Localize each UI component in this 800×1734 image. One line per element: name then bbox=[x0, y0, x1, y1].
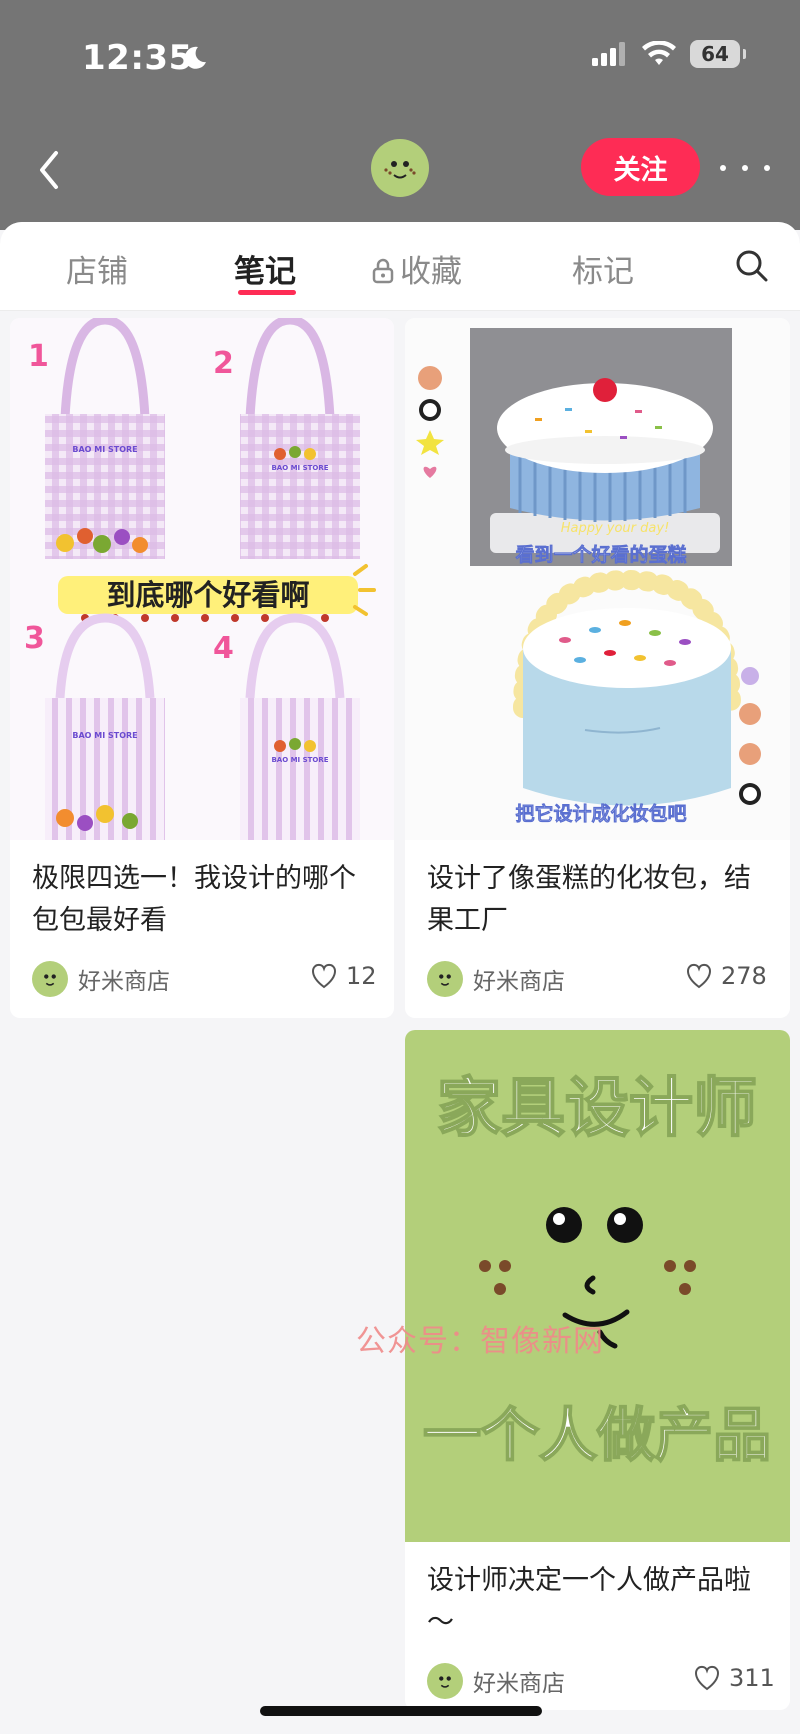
note-image-bags: BAO MI STORE BAO MI STORE 1 2 3 4 到底哪个好看… bbox=[10, 318, 394, 840]
active-tab-indicator bbox=[238, 290, 296, 295]
watermark-text: 公众号：智像新网 bbox=[356, 1324, 604, 1359]
bag-number-4: 4 bbox=[213, 631, 234, 666]
note-card[interactable]: BAO MI STORE BAO MI STORE 1 2 3 4 到底哪个好看… bbox=[10, 318, 394, 1018]
like-button[interactable]: 278 bbox=[685, 962, 767, 990]
follow-button[interactable]: 关注 bbox=[581, 138, 700, 196]
note-title: 极限四选一！我设计的哪个包包最好看 bbox=[32, 863, 356, 936]
note-author[interactable]: 好米商店 bbox=[427, 961, 565, 997]
author-avatar bbox=[32, 961, 68, 997]
like-count: 311 bbox=[729, 1664, 775, 1692]
heart-icon bbox=[312, 963, 336, 989]
tab-favorites[interactable]: 收藏 bbox=[372, 246, 462, 291]
author-avatar bbox=[427, 961, 463, 997]
like-count: 278 bbox=[721, 962, 767, 990]
more-options-icon[interactable] bbox=[720, 155, 770, 181]
heart-icon bbox=[687, 963, 711, 989]
author-name: 好米商店 bbox=[473, 1671, 565, 1697]
bag-number-1: 1 bbox=[28, 339, 49, 374]
search-icon[interactable] bbox=[734, 248, 770, 284]
battery-indicator: 64 bbox=[690, 40, 746, 68]
bag-number-3: 3 bbox=[24, 621, 45, 656]
tab-marks[interactable]: 标记 bbox=[572, 246, 634, 291]
bag2-store-text: BAO MI STORE bbox=[271, 464, 328, 472]
designer-top-text: 家具设计师 bbox=[437, 1072, 757, 1146]
back-arrow-icon[interactable] bbox=[30, 145, 70, 195]
like-button[interactable]: 311 bbox=[693, 1664, 775, 1692]
note-author[interactable]: 好米商店 bbox=[427, 1663, 565, 1699]
author-avatar bbox=[427, 1663, 463, 1699]
lock-icon bbox=[372, 258, 394, 284]
face-icon bbox=[44, 974, 56, 986]
cake-photo-text: Happy your day! bbox=[561, 521, 670, 536]
wifi-icon bbox=[642, 41, 676, 65]
bag4-store-text: BAO MI STORE bbox=[271, 756, 328, 764]
face-icon bbox=[439, 1676, 451, 1688]
face-icon bbox=[439, 974, 451, 986]
bag1-store-text: BAO MI STORE bbox=[72, 445, 137, 454]
tab-bar: 店铺 笔记 收藏 标记 bbox=[0, 222, 800, 310]
shop-avatar[interactable] bbox=[371, 139, 429, 197]
note-image-cake: Happy your day! 看到一个好看的蛋糕 把它设计成化妆包吧 bbox=[405, 318, 790, 840]
note-author[interactable]: 好米商店 bbox=[32, 961, 170, 997]
cake-caption-top: 看到一个好看的蛋糕 bbox=[514, 543, 686, 566]
bag3-store-text: BAO MI STORE bbox=[72, 731, 137, 740]
designer-bottom-text: 一个人做产品 bbox=[423, 1401, 771, 1469]
face-icon bbox=[384, 161, 416, 179]
author-name: 好米商店 bbox=[78, 969, 170, 995]
bags-banner-text: 到底哪个好看啊 bbox=[106, 578, 309, 612]
like-button[interactable]: 12 bbox=[310, 962, 377, 990]
note-title: 设计了像蛋糕的化妆包，结果工厂 bbox=[427, 863, 751, 936]
tab-notes[interactable]: 笔记 bbox=[234, 246, 296, 291]
author-name: 好米商店 bbox=[473, 969, 565, 995]
tab-shop[interactable]: 店铺 bbox=[66, 246, 128, 291]
note-title: 设计师决定一个人做产品啦～ bbox=[427, 1565, 751, 1638]
status-icons: 64 bbox=[592, 40, 746, 68]
note-image-designer: 家具设计师 一个人做产品 bbox=[405, 1030, 790, 1542]
heart-icon bbox=[695, 1665, 719, 1691]
note-card[interactable]: 家具设计师 一个人做产品 设计师决定一个人做产品啦～ 好米商店 311 bbox=[405, 1030, 790, 1710]
signal-icon bbox=[592, 42, 625, 66]
note-card[interactable]: Happy your day! 看到一个好看的蛋糕 把它设计成化妆包吧 设计了像… bbox=[405, 318, 790, 1018]
tab-favorites-label: 收藏 bbox=[400, 254, 462, 290]
header-bar: 12:35 64 关注 bbox=[0, 0, 800, 230]
like-count: 12 bbox=[346, 962, 377, 990]
status-time: 12:35 bbox=[82, 38, 193, 78]
cake-caption-bottom: 把它设计成化妆包吧 bbox=[515, 802, 686, 825]
home-indicator bbox=[260, 1706, 542, 1716]
moon-icon bbox=[184, 46, 206, 69]
bag-number-2: 2 bbox=[213, 346, 234, 381]
